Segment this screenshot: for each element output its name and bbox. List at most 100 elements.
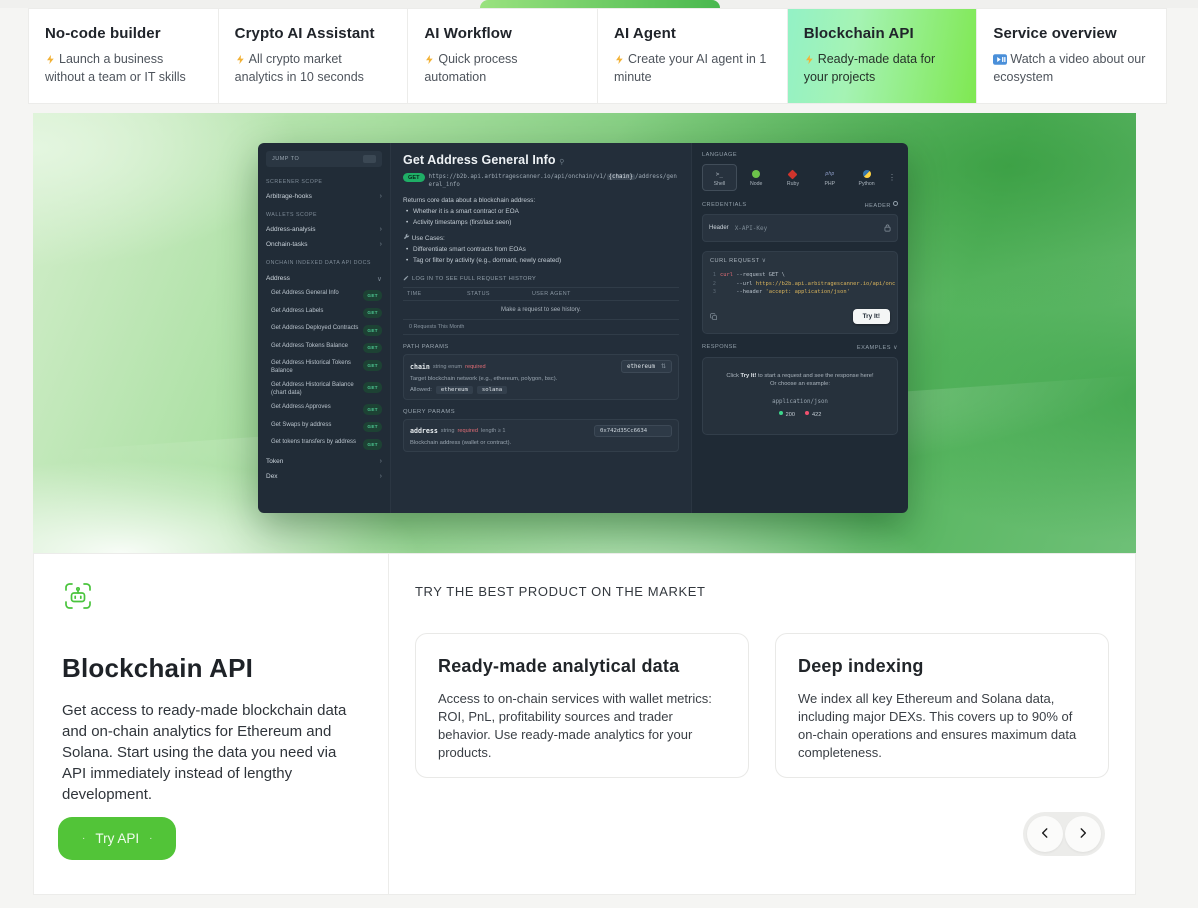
response-placeholder-card: Click Try It! to start a request and see… xyxy=(702,357,898,435)
sidebar-section-screener: SCREENER SCOPE xyxy=(266,179,382,185)
use-cases-heading: Use Cases: xyxy=(403,233,679,242)
history-table-header: TIME STATUS USER AGENT xyxy=(403,288,679,301)
sidebar-item-address-analysis[interactable]: Address-analysis› xyxy=(266,226,382,233)
endpoint-get-address-historical-balance-chart[interactable]: Get Address Historical Balance (chart da… xyxy=(266,382,382,397)
endpoint-get-address-labels[interactable]: Get Address LabelsGET xyxy=(266,308,382,319)
sidebar-section-onchain-docs: ONCHAIN INDEXED DATA API DOCS xyxy=(266,260,382,266)
status-ok-dot xyxy=(779,411,783,415)
lightning-icon xyxy=(424,53,435,69)
sidebar-group-address[interactable]: Address∨ xyxy=(266,275,382,283)
chevron-right-icon: › xyxy=(380,226,382,233)
next-button[interactable] xyxy=(1065,816,1101,852)
feature-bullet: Activity timestamps (first/last seen) xyxy=(403,219,679,226)
card-title: Deep indexing xyxy=(798,656,1086,677)
tab-crypto-ai-assistant[interactable]: Crypto AI Assistant All crypto market an… xyxy=(218,9,408,103)
endpoint-title: Get Address General Info ⚲ xyxy=(403,153,679,167)
tab-subtitle: Quick process automation xyxy=(424,51,581,85)
get-method-badge: GET xyxy=(363,439,382,450)
param-type: string xyxy=(441,428,455,434)
language-node[interactable]: Node xyxy=(739,164,774,191)
login-history-link[interactable]: LOG IN TO SEE FULL REQUEST HISTORY xyxy=(403,275,679,283)
endpoint-get-swaps-by-address[interactable]: Get Swaps by addressGET xyxy=(266,422,382,433)
tab-service-overview[interactable]: Service overview Watch a video about our… xyxy=(976,9,1167,103)
col-user-agent: USER AGENT xyxy=(532,291,675,297)
top-strip xyxy=(0,0,1198,8)
endpoint-get-address-deployed-contracts[interactable]: Get Address Deployed ContractsGET xyxy=(266,325,382,336)
tab-title: Service overview xyxy=(993,25,1150,42)
php-icon: php xyxy=(825,169,835,179)
shortcut-badge xyxy=(363,155,376,163)
try-it-button[interactable]: Try It! xyxy=(853,309,890,324)
tab-title: AI Agent xyxy=(614,25,771,42)
response-hint-2: Or choose an example: xyxy=(711,380,889,389)
api-key-input[interactable] xyxy=(735,225,878,232)
ruby-icon xyxy=(788,169,798,179)
get-method-badge: GET xyxy=(363,382,382,393)
endpoint-get-address-tokens-balance[interactable]: Get Address Tokens BalanceGET xyxy=(266,343,382,354)
param-name: address xyxy=(410,427,438,435)
feature-tabbar: No-code builder Launch a business withou… xyxy=(28,8,1167,104)
product-title: Blockchain API xyxy=(62,653,360,684)
try-api-button[interactable]: · Try API · xyxy=(58,817,176,860)
endpoint-get-address-approves[interactable]: Get Address ApprovesGET xyxy=(266,404,382,415)
prev-button[interactable] xyxy=(1027,816,1063,852)
lightning-icon xyxy=(614,53,625,69)
more-languages-icon[interactable]: ⋮ xyxy=(886,164,898,191)
tab-ai-workflow[interactable]: AI Workflow Quick process automation xyxy=(407,9,597,103)
credentials-header-toggle[interactable]: HEADER xyxy=(865,201,898,209)
history-footer: 0 Requests This Month xyxy=(403,320,679,335)
endpoint-get-address-historical-tokens-balance[interactable]: Get Address Historical Tokens BalanceGET xyxy=(266,360,382,375)
get-method-badge: GET xyxy=(363,343,382,354)
curl-code-block: 1curl --request GET \ 2 --url https://b2… xyxy=(703,269,897,303)
sidebar-item-arbitrage-hooks[interactable]: Arbitrage-hooks› xyxy=(266,193,382,200)
carousel-pager xyxy=(1023,812,1105,856)
address-input[interactable] xyxy=(594,425,672,437)
param-type: string enum xyxy=(433,364,462,370)
anchor-link-icon[interactable]: ⚲ xyxy=(559,159,564,166)
get-method-badge: GET xyxy=(363,308,382,319)
robot-scan-icon xyxy=(62,599,94,616)
get-method-badge: GET xyxy=(363,290,382,301)
endpoint-url: https://b2b.api.arbitragescanner.io/api/… xyxy=(429,173,679,189)
endpoint-get-tokens-transfers-by-address[interactable]: Get tokens transfers by addressGET xyxy=(266,439,382,450)
endpoint-url-row: GET https://b2b.api.arbitragescanner.io/… xyxy=(403,173,679,189)
status-err-dot xyxy=(805,411,809,415)
tab-blockchain-api[interactable]: Blockchain API Ready-made data for your … xyxy=(787,9,977,103)
chain-select[interactable]: ethereum ⇅ xyxy=(621,360,672,373)
jump-to-label: JUMP TO xyxy=(272,156,299,162)
chain-path-param-chip: {chain} xyxy=(607,174,635,180)
language-python[interactable]: Python xyxy=(849,164,884,191)
endpoint-get-address-general-info[interactable]: Get Address General InfoGET xyxy=(266,290,382,301)
chevron-down-icon: ∨ xyxy=(377,275,382,283)
sidebar-item-dex[interactable]: Dex› xyxy=(266,473,382,480)
section-eyebrow: TRY THE BEST PRODUCT ON THE MARKET xyxy=(415,584,1109,599)
product-section: Blockchain API Get access to ready-made … xyxy=(33,553,1136,895)
curl-request-card: CURL REQUEST ∨ 1curl --request GET \ 2 -… xyxy=(702,251,898,334)
api-docs-screenshot: JUMP TO SCREENER SCOPE Arbitrage-hooks› … xyxy=(258,143,908,513)
shell-icon: >_ xyxy=(714,169,724,179)
language-shell[interactable]: >_ Shell xyxy=(702,164,737,191)
curl-collapse-toggle[interactable]: CURL REQUEST ∨ xyxy=(703,252,897,269)
jump-to-search[interactable]: JUMP TO xyxy=(266,151,382,167)
language-php[interactable]: php PHP xyxy=(812,164,847,191)
header-field-label: Header xyxy=(709,225,729,231)
sidebar-item-token[interactable]: Token› xyxy=(266,458,382,465)
param-name: chain xyxy=(410,363,430,371)
card-deep-indexing: Deep indexing We index all key Ethereum … xyxy=(775,633,1109,778)
tools-icon xyxy=(403,235,410,242)
hero-banner: JUMP TO SCREENER SCOPE Arbitrage-hooks› … xyxy=(33,113,1136,553)
tab-ai-agent[interactable]: AI Agent Create your AI agent in 1 minut… xyxy=(597,9,787,103)
card-body: We index all key Ethereum and Solana dat… xyxy=(798,690,1086,762)
sidebar-item-onchain-tasks[interactable]: Onchain-tasks› xyxy=(266,241,382,248)
get-method-badge: GET xyxy=(363,360,382,371)
language-ruby[interactable]: Ruby xyxy=(776,164,811,191)
tab-subtitle: Ready-made data for your projects xyxy=(804,51,961,85)
tab-no-code-builder[interactable]: No-code builder Launch a business withou… xyxy=(28,9,218,103)
get-method-badge: GET xyxy=(363,325,382,336)
copy-icon[interactable] xyxy=(710,308,718,326)
col-status: STATUS xyxy=(467,291,532,297)
chevron-updown-icon: ⇅ xyxy=(661,363,666,370)
examples-dropdown[interactable]: EXAMPLES ∨ xyxy=(857,344,898,351)
docs-sidebar: JUMP TO SCREENER SCOPE Arbitrage-hooks› … xyxy=(258,143,391,513)
get-method-badge: GET xyxy=(403,173,425,182)
